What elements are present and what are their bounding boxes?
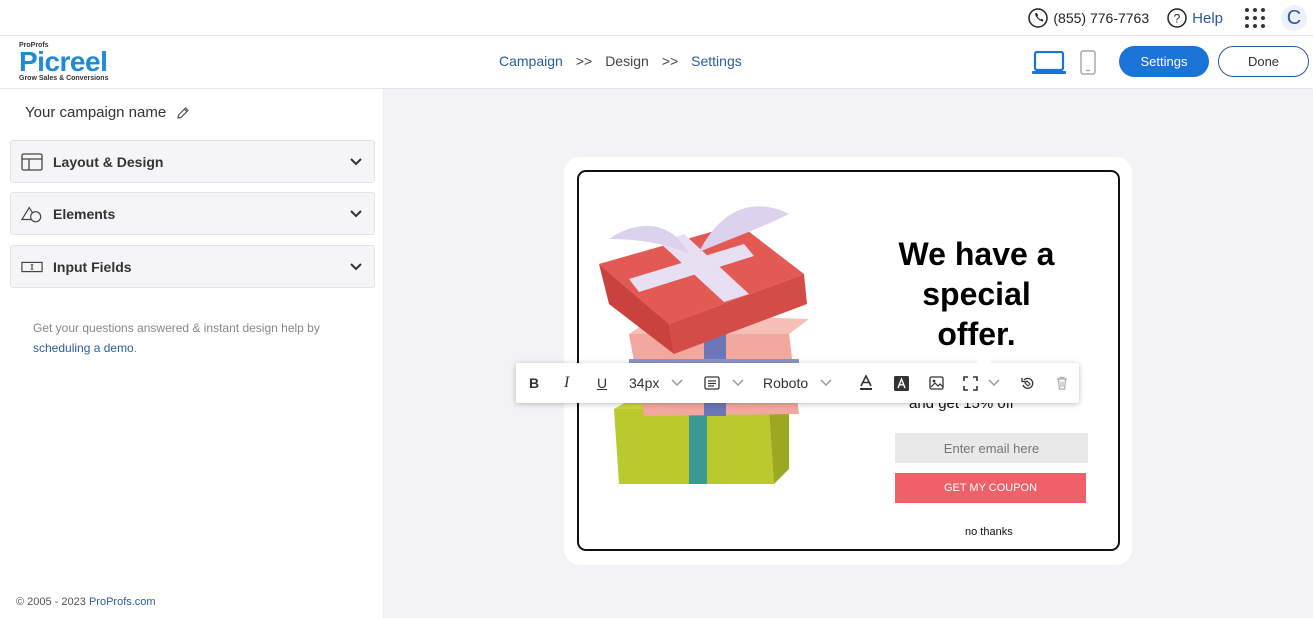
text-format-toolbar: B I U 34px Roboto — [516, 355, 1079, 403]
panel-input-fields[interactable]: Input Fields — [10, 245, 375, 288]
desktop-view-icon[interactable] — [1032, 51, 1066, 75]
help-text: Get your questions answered & instant de… — [33, 318, 363, 358]
mobile-view-icon[interactable] — [1080, 50, 1096, 75]
picreel-logo[interactable]: ProProfs Picreel Grow Sales & Conversion… — [19, 42, 129, 86]
font-size-select[interactable]: 34px — [629, 363, 683, 403]
highlight-color-icon[interactable] — [894, 363, 909, 403]
campaign-name-text: Your campaign name — [25, 104, 167, 121]
top-bar: (855) 776-7763 ? Help C — [0, 0, 1313, 36]
popup-headline[interactable]: We have a special offer. — [889, 234, 1064, 354]
proprofs-link[interactable]: ProProfs.com — [89, 596, 156, 608]
reset-format-icon[interactable] — [1021, 363, 1035, 403]
chevron-down-icon — [350, 209, 362, 217]
breadcrumb-separator: >> — [661, 53, 679, 69]
chevron-down-icon — [350, 262, 362, 270]
phone-icon — [1028, 8, 1049, 28]
breadcrumb: Campaign >> Design >> Settings — [499, 53, 742, 69]
popup-preview-shell: We have a special offer. and get 15% off… — [564, 157, 1132, 565]
email-field[interactable] — [895, 433, 1088, 463]
phone-number-text: (855) 776-7763 — [1053, 10, 1150, 26]
footer: © 2005 - 2023 ProProfs.com — [16, 596, 156, 608]
schedule-demo-link[interactable]: scheduling a demo — [33, 341, 134, 355]
done-button[interactable]: Done — [1218, 46, 1309, 77]
panel-label: Input Fields — [53, 258, 132, 275]
sidebar: Your campaign name Layout & Design Eleme… — [0, 89, 384, 618]
layout-icon — [21, 152, 43, 171]
popup-preview[interactable]: We have a special offer. and get 15% off… — [577, 170, 1120, 551]
logo-name: Picreel — [19, 46, 108, 77]
chevron-down-icon — [820, 379, 832, 387]
help-label: Help — [1192, 9, 1223, 27]
help-text-body: Get your questions answered & instant de… — [33, 321, 320, 335]
help-icon: ? — [1167, 8, 1187, 28]
campaign-name[interactable]: Your campaign name — [25, 104, 190, 121]
help-text-end: . — [133, 341, 138, 355]
copyright-text: © 2005 - 2023 — [16, 596, 86, 608]
toolbar-caret — [976, 355, 992, 363]
pencil-icon[interactable] — [176, 106, 190, 120]
apps-grid-icon[interactable] — [1245, 8, 1265, 28]
chevron-down-icon — [732, 379, 744, 387]
bold-icon[interactable]: B — [529, 363, 539, 403]
italic-icon[interactable]: I — [564, 363, 569, 403]
logo-tagline: Grow Sales & Conversions — [19, 75, 109, 82]
settings-button[interactable]: Settings — [1119, 46, 1209, 77]
panel-elements[interactable]: Elements — [10, 192, 375, 235]
font-size-value: 34px — [629, 375, 660, 391]
panel-label: Elements — [53, 205, 116, 222]
panel-label: Layout & Design — [53, 153, 164, 170]
phone-number[interactable]: (855) 776-7763 — [1028, 8, 1149, 28]
breadcrumb-settings[interactable]: Settings — [691, 53, 742, 69]
chevron-down-icon — [988, 379, 1000, 387]
delete-icon[interactable] — [1056, 363, 1068, 403]
image-icon[interactable] — [929, 363, 944, 403]
text-color-icon[interactable] — [859, 363, 873, 403]
panel-layout-design[interactable]: Layout & Design — [10, 140, 375, 183]
border-select[interactable] — [963, 363, 1000, 403]
underline-icon[interactable]: U — [597, 363, 607, 403]
input-field-icon — [21, 260, 43, 274]
text-align-icon[interactable] — [704, 363, 744, 403]
help-link[interactable]: ? Help — [1167, 8, 1223, 28]
svg-text:?: ? — [1174, 12, 1181, 26]
design-canvas: We have a special offer. and get 15% off… — [384, 89, 1313, 618]
chevron-down-icon — [671, 379, 683, 387]
breadcrumb-campaign[interactable]: Campaign — [499, 53, 563, 69]
get-coupon-button[interactable]: GET MY COUPON — [895, 473, 1086, 503]
chevron-down-icon — [350, 157, 362, 165]
gift-boxes-image[interactable] — [589, 184, 849, 489]
no-thanks-link[interactable]: no thanks — [965, 526, 1013, 538]
breadcrumb-design[interactable]: Design — [605, 53, 649, 69]
avatar[interactable]: C — [1281, 5, 1307, 31]
header: ProProfs Picreel Grow Sales & Conversion… — [0, 36, 1313, 89]
font-family-value: Roboto — [763, 375, 809, 391]
breadcrumb-separator: >> — [575, 53, 593, 69]
shapes-icon — [21, 205, 43, 223]
font-family-select[interactable]: Roboto — [763, 363, 832, 403]
